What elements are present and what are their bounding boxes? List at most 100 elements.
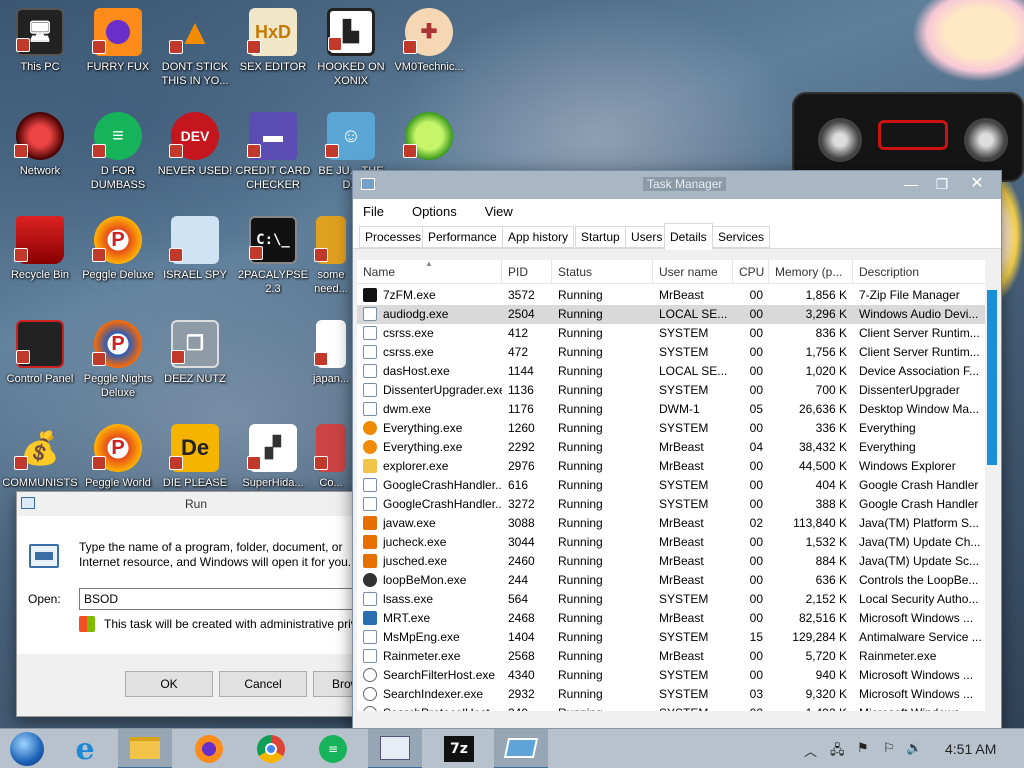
table-row[interactable]: jusched.exe 2460 Running MrBeast 00 884 K Java… xyxy=(357,552,985,571)
tab-performance[interactable]: Performance xyxy=(422,226,503,248)
cell-status: Running xyxy=(558,440,603,454)
tab-app-history[interactable]: App history xyxy=(502,226,575,248)
table-row[interactable]: csrss.exe 412 Running SYSTEM 00 836 K Client S… xyxy=(357,324,985,343)
action-center-icon[interactable]: ⚐ xyxy=(883,741,895,756)
desktop-icon-control-panel[interactable]: Control Panel xyxy=(0,320,80,386)
column-pid[interactable]: PID xyxy=(502,260,552,284)
task-manager-icon[interactable] xyxy=(368,729,422,768)
cell-pid: 3044 xyxy=(508,535,535,549)
7zip-icon[interactable]: 7z xyxy=(432,729,486,768)
chrome-icon[interactable] xyxy=(244,729,298,768)
cancel-button[interactable]: Cancel xyxy=(219,671,307,697)
cell-status: Running xyxy=(558,592,603,606)
desktop-icon-peggle-world[interactable]: P Peggle World xyxy=(78,424,158,490)
table-row[interactable]: GoogleCrashHandler... 3272 Running SYSTEM 00… xyxy=(357,495,985,514)
desktop-icon-d-for-dumbass[interactable]: ≡ D FOR DUMBASS xyxy=(78,112,158,192)
vertical-scrollbar[interactable] xyxy=(985,260,999,711)
column-status[interactable]: Status xyxy=(552,260,653,284)
show-hidden-icons-icon[interactable]: ︿ xyxy=(804,741,817,760)
desktop-icon-some-need[interactable]: some need... xyxy=(311,216,351,296)
cell-cpu: 00 xyxy=(749,364,763,378)
menu-view[interactable]: View xyxy=(481,202,517,221)
column-cpu[interactable]: CPU xyxy=(733,260,769,284)
network-tray-icon[interactable]: 🖧 xyxy=(830,741,845,763)
run-dialog-icon[interactable] xyxy=(494,729,548,768)
tab-startup[interactable]: Startup xyxy=(575,226,626,248)
desktop-icon-2pacalypse[interactable]: C:\_ 2PACALYPSE 2.3 xyxy=(233,216,313,296)
horizontal-scrollbar[interactable] xyxy=(357,711,985,725)
column-description[interactable]: Description xyxy=(853,260,985,284)
cell-cpu: 00 xyxy=(749,649,763,663)
table-row[interactable]: explorer.exe 2976 Running MrBeast 00 44,500 K… xyxy=(357,457,985,476)
cell-name: explorer.exe xyxy=(383,459,449,473)
table-row[interactable]: Everything.exe 2292 Running MrBeast 04 38,432… xyxy=(357,438,985,457)
table-row[interactable]: dasHost.exe 1144 Running LOCAL SE... 00 1,020… xyxy=(357,362,985,381)
task-manager-title-bar[interactable]: Task Manager — ❐ ✕ xyxy=(353,171,1001,199)
run-open-input[interactable] xyxy=(79,588,379,610)
tab-users[interactable]: Users xyxy=(625,226,669,248)
menu-options[interactable]: Options xyxy=(408,202,461,221)
table-row[interactable]: Rainmeter.exe 2568 Running MrBeast 00 5,720 K… xyxy=(357,647,985,666)
column-name[interactable]: Name ▲ xyxy=(357,260,502,284)
desktop-icon-sex-editor[interactable]: HxD SEX EDITOR xyxy=(233,8,313,74)
flag-tray-icon[interactable]: ⚑ xyxy=(857,741,869,756)
desktop-icon-never-used[interactable]: DEV NEVER USED! xyxy=(155,112,235,178)
run-title-bar[interactable]: Run xyxy=(17,492,375,516)
table-row[interactable]: audiodg.exe 2504 Running LOCAL SE... 00 3,296… xyxy=(357,305,985,324)
ok-button[interactable]: OK xyxy=(125,671,213,697)
internet-explorer-icon[interactable]: e xyxy=(58,729,112,768)
table-row[interactable]: SearchIndexer.exe 2932 Running SYSTEM 03 9,32… xyxy=(357,685,985,704)
desktop-icon-superhida[interactable]: ▞ SuperHida... xyxy=(233,424,313,490)
tab-details[interactable]: Details xyxy=(664,223,713,250)
table-row[interactable]: GoogleCrashHandler... 616 Running SYSTEM 00 4… xyxy=(357,476,985,495)
desktop-icon-deez-nutz[interactable]: ❐ DEEZ NUTZ xyxy=(155,320,235,386)
tab-services[interactable]: Services xyxy=(712,226,771,248)
cell-status: Running xyxy=(558,497,603,511)
menu-file[interactable]: File xyxy=(359,202,388,221)
firefox-icon[interactable] xyxy=(182,729,236,768)
start-orb-icon[interactable] xyxy=(0,729,54,768)
desktop-icon-furry-fux[interactable]: FURRY FUX xyxy=(78,8,158,74)
desktop-icon-recycle-bin[interactable]: Recycle Bin xyxy=(0,216,80,282)
desktop-icon-network[interactable]: Network xyxy=(0,112,80,178)
desktop-icon-lime[interactable] xyxy=(389,112,469,164)
table-row[interactable]: csrss.exe 472 Running SYSTEM 00 1,756 K Client… xyxy=(357,343,985,362)
tab-processes[interactable]: Processes xyxy=(359,226,428,248)
close-icon[interactable]: ✕ xyxy=(963,174,991,194)
table-row[interactable]: DissenterUpgrader.exe 1136 Running SYSTEM 00… xyxy=(357,381,985,400)
cell-user: MrBeast xyxy=(659,611,704,625)
desktop-icon-peggle[interactable]: P Peggle Deluxe xyxy=(78,216,158,282)
clock[interactable]: 4:51 AM xyxy=(945,741,996,757)
table-row[interactable]: dwm.exe 1176 Running DWM-1 05 26,636 K Desktop… xyxy=(357,400,985,419)
desktop-icon-credit-card[interactable]: ▬ CREDIT CARD CHECKER xyxy=(233,112,313,192)
scrollbar-thumb[interactable] xyxy=(987,290,997,465)
table-row[interactable]: Everything.exe 1260 Running SYSTEM 00 336 K Ev… xyxy=(357,419,985,438)
volume-icon[interactable]: 🔊 xyxy=(906,741,922,756)
file-explorer-icon[interactable] xyxy=(118,729,172,768)
table-row[interactable]: MRT.exe 2468 Running MrBeast 00 82,516 K Micro… xyxy=(357,609,985,628)
column-user-name[interactable]: User name xyxy=(653,260,733,284)
table-row[interactable]: SearchProtocolHost... 340 Running SYSTEM00 1… xyxy=(357,704,985,711)
desktop-icon-israel-spy[interactable]: ISRAEL SPY xyxy=(155,216,235,282)
table-row[interactable]: javaw.exe 3088 Running MrBeast 02 113,840 K Ja… xyxy=(357,514,985,533)
desktop-icon-peggle-nights[interactable]: P Peggle Nights Deluxe xyxy=(78,320,158,400)
table-row[interactable]: jucheck.exe 3044 Running MrBeast 00 1,532 K Ja… xyxy=(357,533,985,552)
minimize-icon[interactable]: — xyxy=(897,174,925,194)
column-memory[interactable]: Memory (p... xyxy=(769,260,853,284)
desktop-icon-dont-stick[interactable]: ▲ DONT STICK THIS IN YO... xyxy=(155,8,235,88)
maximize-icon[interactable]: ❐ xyxy=(928,174,956,194)
process-icon xyxy=(363,497,377,511)
desktop-icon-die-please[interactable]: De DIE PLEASE xyxy=(155,424,235,490)
table-row[interactable]: MsMpEng.exe 1404 Running SYSTEM 15 129,284 K A… xyxy=(357,628,985,647)
desktop-icon-vm0[interactable]: ✚ VM0Technic... xyxy=(389,8,469,74)
cell-pid: 472 xyxy=(508,345,529,359)
desktop-icon-communists[interactable]: 💰 COMMUNISTS xyxy=(0,424,80,490)
desktop-icon-xonix[interactable]: ▙ HOOKED ON XONIX xyxy=(311,8,391,88)
desktop-icon-japan[interactable]: japan... xyxy=(311,320,351,386)
table-row[interactable]: loopBeMon.exe 244 Running MrBeast 00 636 K Con… xyxy=(357,571,985,590)
table-row[interactable]: 7zFM.exe 3572 Running MrBeast 00 1,856 K 7-Zip… xyxy=(357,286,985,305)
table-row[interactable]: SearchFilterHost.exe 4340 Running SYSTEM 00 9… xyxy=(357,666,985,685)
green-app-icon[interactable]: ≡ xyxy=(306,729,360,768)
table-row[interactable]: lsass.exe 564 Running SYSTEM 00 2,152 K Local … xyxy=(357,590,985,609)
desktop-icon-this-pc[interactable]: 🖥 This PC xyxy=(0,8,80,74)
